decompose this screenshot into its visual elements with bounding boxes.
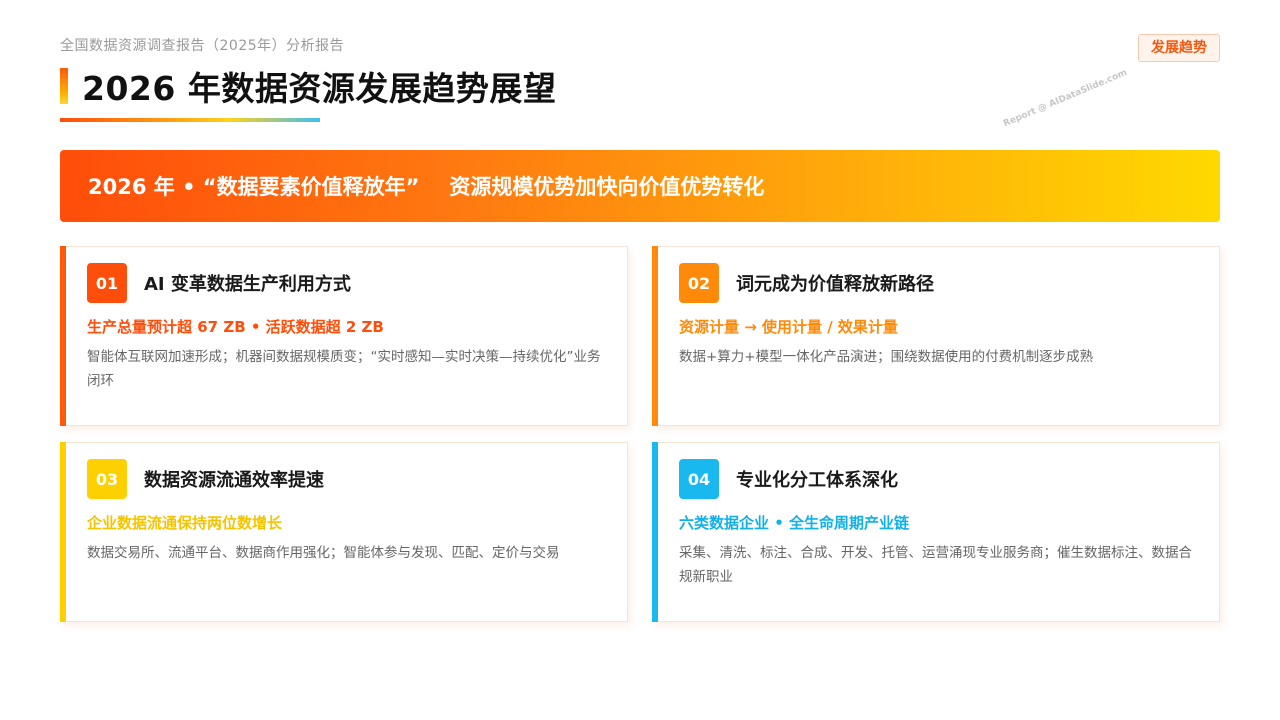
card-title: 专业化分工体系深化: [736, 470, 898, 491]
card-title: 数据资源流通效率提速: [144, 470, 324, 491]
card-header: 01 AI 变革数据生产利用方式: [87, 263, 605, 303]
card-header: 04 专业化分工体系深化: [679, 459, 1197, 499]
card-accent-bar: [60, 442, 66, 622]
card-number-badge: 03: [87, 459, 127, 499]
slide: 全国数据资源调查报告（2025年）分析报告 发展趋势 2026 年数据资源发展趋…: [0, 0, 1280, 720]
trend-card-01: 01 AI 变革数据生产利用方式 生产总量预计超 67 ZB • 活跃数据超 2…: [60, 246, 628, 426]
page-title: 2026 年数据资源发展趋势展望: [82, 69, 557, 108]
title-underline: [60, 118, 320, 122]
card-subtitle: 六类数据企业 • 全生命周期产业链: [679, 514, 910, 532]
card-accent-bar: [652, 246, 658, 426]
section-tag: 发展趋势: [1138, 34, 1220, 62]
card-number-badge: 02: [679, 263, 719, 303]
highlight-banner: 2026 年 • “数据要素价值释放年” 资源规模优势加快向价值优势转化: [60, 150, 1220, 222]
card-subtitle: 资源计量 → 使用计量 / 效果计量: [679, 318, 898, 336]
card-accent-bar: [652, 442, 658, 622]
card-subtitle: 生产总量预计超 67 ZB • 活跃数据超 2 ZB: [87, 318, 384, 336]
trend-card-04: 04 专业化分工体系深化 六类数据企业 • 全生命周期产业链 采集、清洗、标注、…: [652, 442, 1220, 622]
card-description: 采集、清洗、标注、合成、开发、托管、运营涌现专业服务商；催生数据标注、数据合规新…: [679, 545, 1192, 585]
card-accent-bar: [60, 246, 66, 426]
watermark: Report @ AIDataSlide.com: [1002, 67, 1129, 130]
banner-right-text: 资源规模优势加快向价值优势转化: [449, 175, 765, 199]
card-number-badge: 01: [87, 263, 127, 303]
report-supertitle: 全国数据资源调查报告（2025年）分析报告: [60, 38, 345, 54]
banner-left-text: 2026 年 • “数据要素价值释放年”: [88, 175, 420, 199]
card-description: 数据+算力+模型一体化产品演进；围绕数据使用的付费机制逐步成熟: [679, 349, 1094, 365]
trend-card-03: 03 数据资源流通效率提速 企业数据流通保持两位数增长 数据交易所、流通平台、数…: [60, 442, 628, 622]
card-header: 03 数据资源流通效率提速: [87, 459, 605, 499]
card-header: 02 词元成为价值释放新路径: [679, 263, 1197, 303]
card-number-badge: 04: [679, 459, 719, 499]
trend-card-02: 02 词元成为价值释放新路径 资源计量 → 使用计量 / 效果计量 数据+算力+…: [652, 246, 1220, 426]
title-accent-bar: [60, 68, 68, 104]
card-description: 智能体互联网加速形成；机器间数据规模质变；“实时感知—实时决策—持续优化”业务闭…: [87, 349, 601, 389]
card-title: AI 变革数据生产利用方式: [144, 274, 351, 295]
title-row: 2026 年数据资源发展趋势展望: [60, 64, 556, 108]
card-subtitle: 企业数据流通保持两位数增长: [87, 514, 283, 532]
card-description: 数据交易所、流通平台、数据商作用强化；智能体参与发现、匹配、定价与交易: [87, 545, 560, 561]
card-title: 词元成为价值释放新路径: [736, 274, 934, 295]
